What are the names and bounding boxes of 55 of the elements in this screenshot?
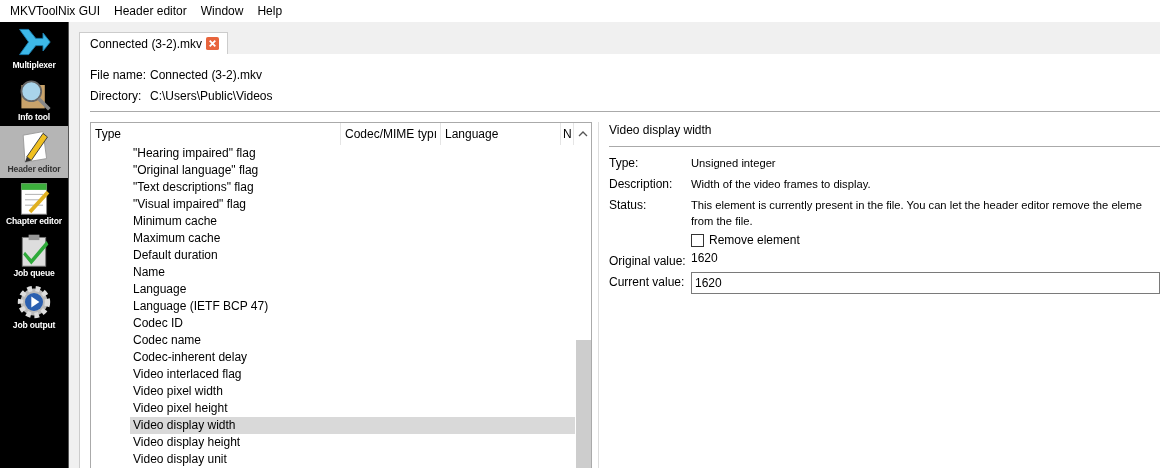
sidebar-item[interactable]: Chapter editor: [0, 178, 68, 230]
chevron-up-icon[interactable]: [578, 131, 588, 137]
field-label: Current value:: [609, 274, 686, 291]
sidebar-item[interactable]: Multiplexer: [0, 22, 68, 74]
field-label: Description:: [609, 176, 674, 193]
tree-item[interactable]: "Text descriptions" flag: [91, 179, 575, 196]
field-value: Width of the video frames to display.: [691, 177, 871, 192]
menu-item[interactable]: MKVToolNix GUI: [3, 4, 108, 18]
tree-item[interactable]: Video pixel height: [91, 400, 575, 417]
sidebar-item[interactable]: Job output: [0, 282, 68, 334]
field-value: Unsigned integer: [691, 156, 776, 171]
field-value: from the file.: [691, 214, 754, 229]
menu-item[interactable]: Help: [250, 4, 290, 18]
field-label: Type:: [609, 155, 640, 172]
tree-item[interactable]: Maximum cache: [91, 230, 575, 247]
field-value: Connected (3-2).mkv: [150, 67, 263, 82]
tree-item[interactable]: "Visual impaired" flag: [91, 196, 575, 213]
tree-item[interactable]: Video pixel width: [91, 383, 575, 400]
field-label: File name:: [90, 67, 148, 82]
field-value: C:\Users\Public\Videos: [150, 88, 273, 103]
field-value: 1620: [691, 251, 718, 265]
menu-item[interactable]: Header editor: [107, 4, 194, 18]
remove-element-checkbox[interactable]: Remove element: [691, 230, 800, 250]
tree-item[interactable]: Minimum cache: [91, 213, 575, 230]
column-header[interactable]: Language: [441, 123, 561, 145]
column-header[interactable]: Type: [91, 123, 341, 145]
sidebar-item[interactable]: Header editor: [0, 126, 68, 178]
close-icon[interactable]: [206, 37, 220, 50]
column-header[interactable]: N: [561, 123, 574, 145]
tree-item[interactable]: Video interlaced flag: [91, 366, 575, 383]
file-tab[interactable]: Connected (3-2).mkv: [79, 32, 229, 54]
column-header[interactable]: Codec/MIME typı: [341, 123, 441, 145]
tree-item[interactable]: Language: [91, 281, 575, 298]
tree-item[interactable]: "Original language" flag: [91, 162, 575, 179]
menu-item[interactable]: Window: [193, 4, 251, 18]
tree-item[interactable]: Video display height: [91, 434, 575, 451]
field-label: Original value:: [609, 253, 687, 270]
tree-item[interactable]: Video display unit: [91, 451, 575, 468]
tree-item[interactable]: Codec ID: [91, 315, 575, 332]
tree-item[interactable]: Language (IETF BCP 47): [91, 298, 575, 315]
tree-item[interactable]: Name: [91, 264, 575, 281]
sidebar-item[interactable]: Info tool: [0, 74, 68, 126]
element-title: Video display width: [609, 122, 1160, 147]
sidebar-item[interactable]: Job queue: [0, 230, 68, 282]
field-label: Directory:: [90, 88, 143, 103]
tree-item[interactable]: "Hearing impaired" flag: [91, 145, 575, 162]
field-value: This element is currently present in the file. You can let the header editor remove the eleme: [691, 198, 1142, 213]
gear-play-icon: [16, 284, 52, 320]
tree-item[interactable]: Codec name: [91, 332, 575, 349]
scrollbar-thumb[interactable]: [575, 340, 591, 468]
tree-item[interactable]: Default duration: [91, 247, 575, 264]
field-label: Status:: [609, 197, 648, 214]
current-value-field[interactable]: 1620: [691, 272, 1160, 294]
tree-item[interactable]: Codec-inherent delay: [91, 349, 575, 366]
tree-item[interactable]: Video display width: [130, 417, 575, 434]
